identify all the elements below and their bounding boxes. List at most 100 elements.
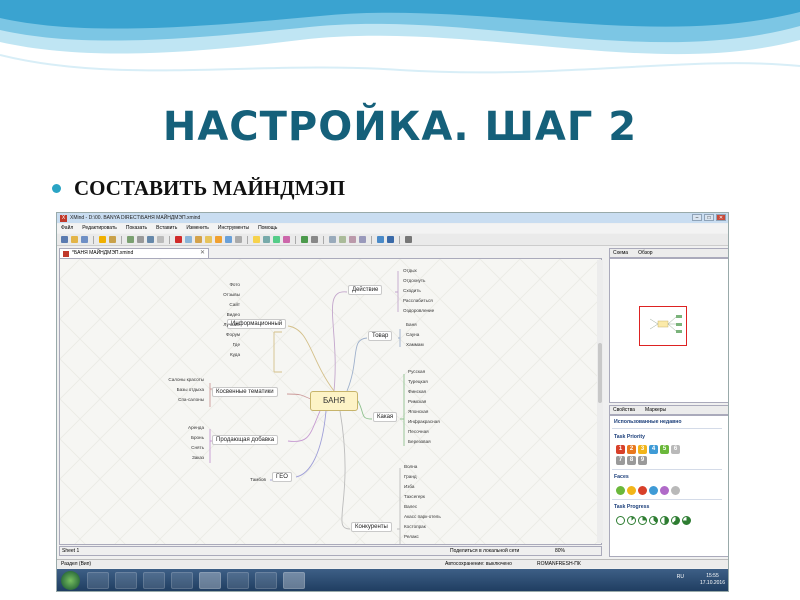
overview-viewport[interactable] — [639, 306, 687, 346]
face-cry-icon[interactable] — [649, 486, 658, 495]
subtopic[interactable]: Лучшие — [210, 322, 240, 327]
subtopic[interactable]: Базы отдыха — [150, 387, 204, 392]
subtopic[interactable]: Песочная — [406, 429, 431, 434]
subtopic[interactable]: Хаммам — [404, 342, 426, 347]
subtopic[interactable]: Турецкая — [406, 379, 430, 384]
new-icon[interactable] — [61, 236, 68, 243]
brainstorm-icon[interactable] — [359, 236, 366, 243]
maximize-button[interactable]: □ — [704, 214, 714, 221]
tab-close-icon[interactable]: ✕ — [200, 249, 205, 258]
topic-geo[interactable]: ГЕО — [272, 472, 292, 482]
subtopic[interactable]: Тахсегерк — [402, 494, 427, 499]
priority-2-icon[interactable]: 2 — [627, 445, 636, 454]
subtopic[interactable]: Спа-салоны — [150, 397, 204, 402]
subtopic[interactable]: Гранд — [402, 474, 419, 479]
subtopic[interactable]: Финская — [406, 389, 428, 394]
outline-icon[interactable] — [339, 236, 346, 243]
image-icon[interactable] — [185, 236, 192, 243]
subtopic[interactable]: Бронь — [170, 435, 204, 440]
save-icon[interactable] — [81, 236, 88, 243]
menu-edit[interactable]: Редактировать — [82, 224, 117, 233]
explorer-taskbar-icon[interactable] — [199, 572, 221, 589]
subtopic[interactable]: Баня — [404, 322, 419, 327]
subtopic[interactable]: Фото — [210, 282, 240, 287]
subtopic[interactable]: Релакс — [402, 534, 421, 539]
note-icon[interactable] — [205, 236, 212, 243]
section-recent[interactable]: Использованные недавно — [614, 419, 682, 425]
subtopic[interactable]: Заказ — [170, 455, 204, 460]
progress-three-quarters-icon[interactable] — [682, 516, 691, 525]
progress-half-icon[interactable] — [660, 516, 669, 525]
subtopic[interactable]: Видео — [210, 312, 240, 317]
powerpoint-taskbar-icon[interactable] — [255, 572, 277, 589]
marker-icon[interactable] — [301, 236, 308, 243]
priority-8-icon[interactable]: 8 — [627, 456, 636, 465]
subtopic[interactable]: Сайт — [210, 302, 240, 307]
subtopic[interactable]: Русская — [406, 369, 427, 374]
summary-icon[interactable] — [157, 236, 164, 243]
layout-icon[interactable] — [329, 236, 336, 243]
minimize-button[interactable]: ‒ — [692, 214, 702, 221]
xmind-taskbar-icon[interactable] — [283, 572, 305, 589]
section-faces[interactable]: Faces — [614, 474, 629, 480]
gear-icon[interactable] — [405, 236, 412, 243]
subtopic[interactable]: Сходить — [401, 288, 423, 293]
relationship-icon[interactable] — [273, 236, 280, 243]
topic-product[interactable]: Товар — [368, 331, 393, 341]
chrome-taskbar-icon[interactable] — [87, 572, 109, 589]
subtopic[interactable]: Расслабиться — [401, 298, 435, 303]
winrar-taskbar-icon[interactable] — [227, 572, 249, 589]
progress-eighth-icon[interactable] — [627, 516, 636, 525]
open-icon[interactable] — [71, 236, 78, 243]
topic-action[interactable]: Действие — [348, 285, 383, 295]
subtopic[interactable]: Тамбов — [236, 477, 266, 482]
subtopic[interactable]: Костопрак — [402, 524, 428, 529]
redo-icon[interactable] — [109, 236, 116, 243]
attachment-icon[interactable] — [225, 236, 232, 243]
subtopic[interactable]: Инфракрасная — [406, 419, 442, 424]
subtopic[interactable]: Изба — [402, 484, 416, 489]
progress-three-eighths-icon[interactable] — [649, 516, 658, 525]
topic-icon[interactable] — [127, 236, 134, 243]
scrollbar-thumb[interactable] — [598, 343, 602, 403]
subtopic[interactable]: Акасс парк-отель — [402, 514, 443, 519]
face-surprise-icon[interactable] — [660, 486, 669, 495]
tab-markers[interactable]: Маркеры — [645, 406, 666, 414]
progress-five-eighths-icon[interactable] — [671, 516, 680, 525]
idea-icon[interactable] — [253, 236, 260, 243]
tab-properties[interactable]: Свойства — [613, 406, 635, 414]
label-icon[interactable] — [215, 236, 222, 243]
subtopic[interactable]: Валес — [402, 504, 419, 509]
language-indicator[interactable]: RU — [677, 574, 684, 580]
topic-sales[interactable]: Продающая добавка — [212, 435, 279, 445]
subtopic[interactable]: Куда — [210, 352, 240, 357]
subtopic[interactable]: Сауна — [404, 332, 421, 337]
menu-file[interactable]: Файл — [61, 224, 73, 233]
priority-3-icon[interactable]: 3 — [638, 445, 647, 454]
subtopic[interactable]: Снять — [170, 445, 204, 450]
tray-clock[interactable]: 15:55 17.10.2016 — [700, 573, 725, 587]
menu-modify[interactable]: Изменить — [186, 224, 209, 233]
section-task-priority[interactable]: Task Priority — [614, 434, 645, 440]
share-icon[interactable] — [377, 236, 384, 243]
mindmap-canvas[interactable]: БАНЯ Действие Информационный Товар Косве… — [59, 258, 602, 545]
close-button[interactable]: ✕ — [716, 214, 726, 221]
subtopic-icon[interactable] — [137, 236, 144, 243]
presentation-icon[interactable] — [349, 236, 356, 243]
menu-view[interactable]: Показать — [126, 224, 147, 233]
topic-which[interactable]: Какая — [373, 412, 398, 422]
menu-help[interactable]: Помощь — [258, 224, 277, 233]
subtopic[interactable]: Отдых — [401, 268, 419, 273]
subtopic[interactable]: Римская — [406, 399, 428, 404]
hyperlink-icon[interactable] — [263, 236, 270, 243]
central-topic[interactable]: БАНЯ — [310, 391, 358, 411]
menu-tools[interactable]: Инструменты — [218, 224, 249, 233]
undo-icon[interactable] — [99, 236, 106, 243]
priority-1-icon[interactable]: 1 — [616, 445, 625, 454]
subtopic[interactable]: Аренда — [170, 425, 204, 430]
subtopic[interactable]: Отдохнуть — [401, 278, 427, 283]
topic-indirect[interactable]: Косвенные тематики — [212, 387, 278, 397]
priority-7-icon[interactable]: 7 — [616, 456, 625, 465]
editor-tab[interactable]: *БАНЯ МАЙНДМЭП.xmind ✕ — [59, 248, 209, 258]
subtopic[interactable]: Где — [210, 342, 240, 347]
